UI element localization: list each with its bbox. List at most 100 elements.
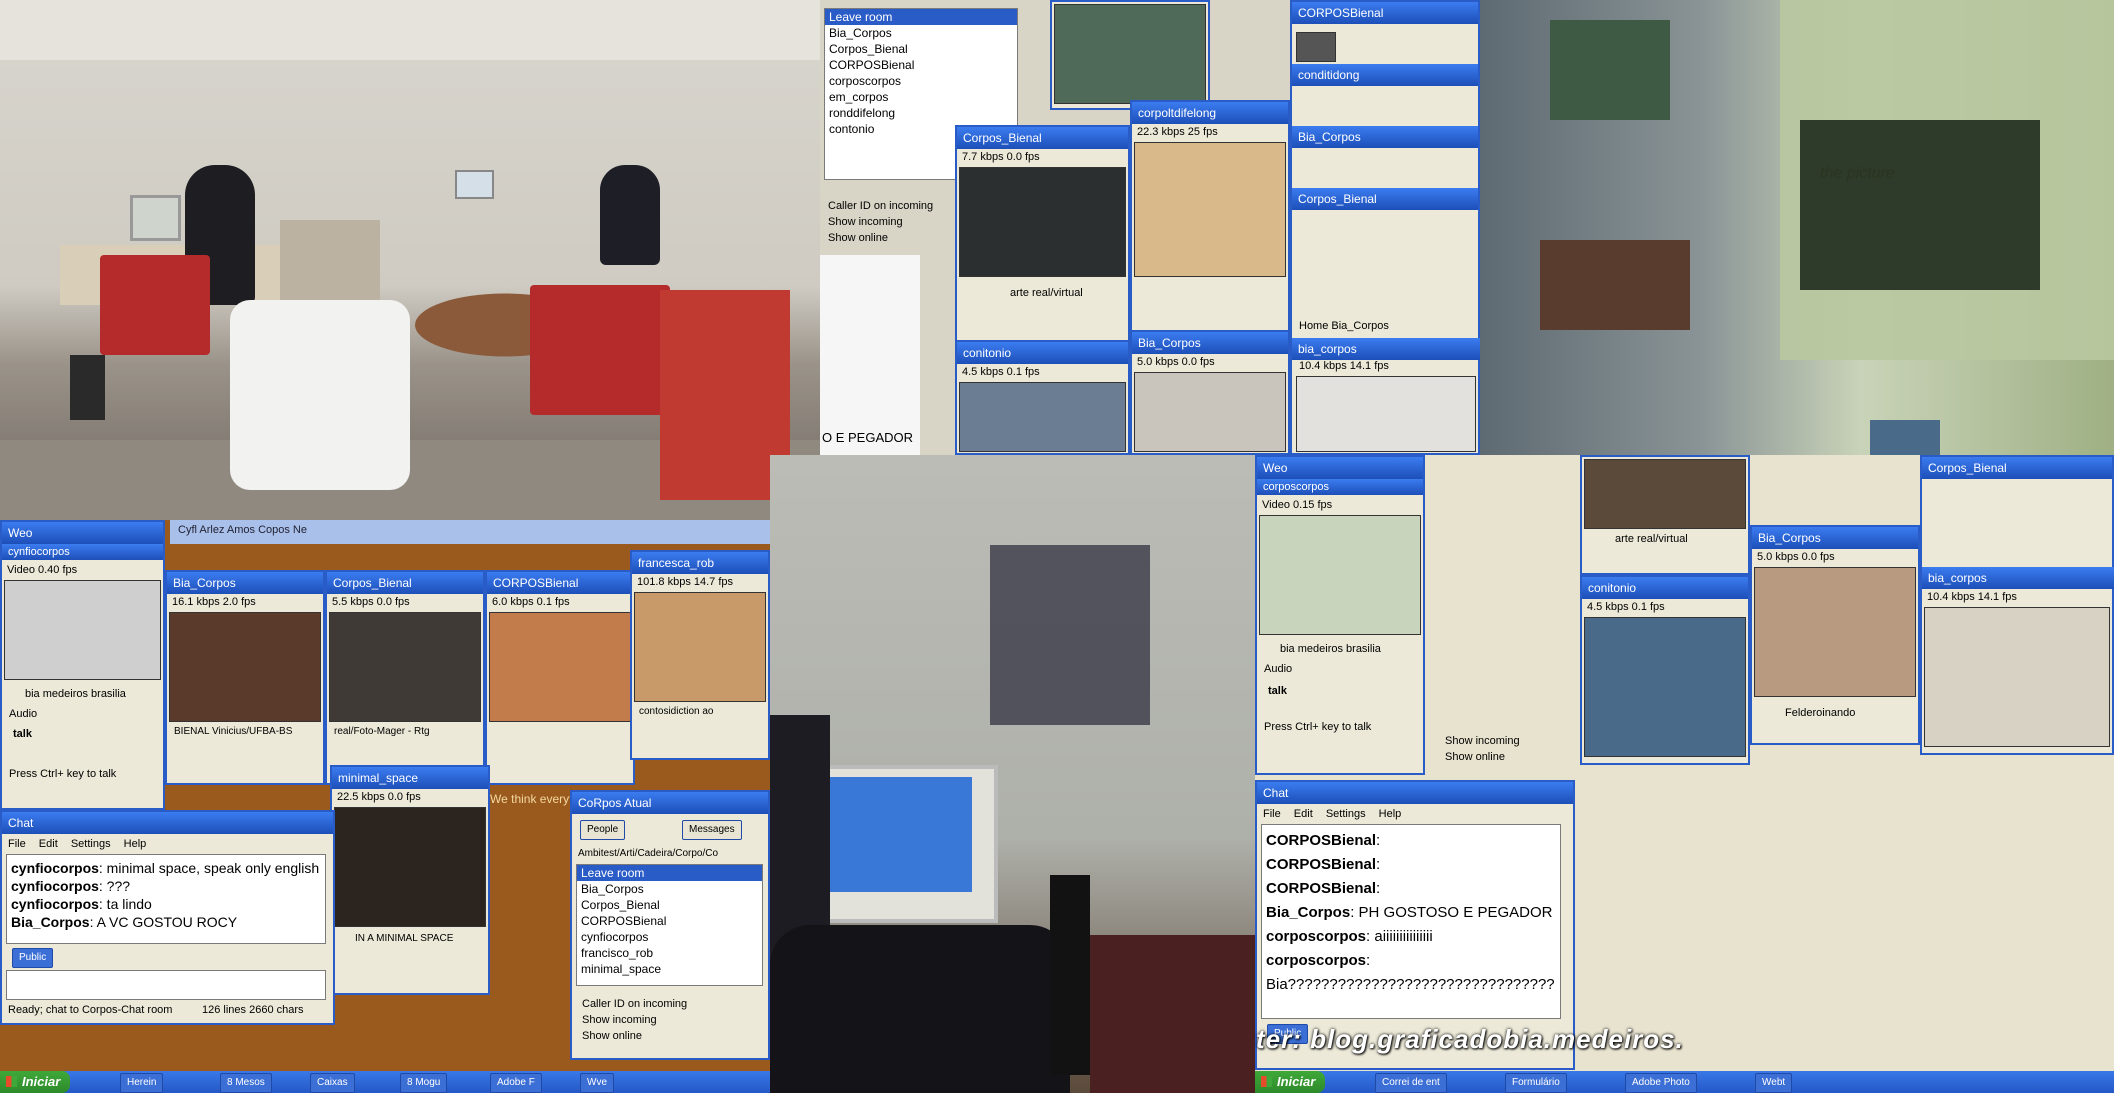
taskbar-item[interactable]: Adobe F <box>490 1073 542 1093</box>
taskbar-item[interactable]: Wve <box>580 1073 614 1093</box>
menu-help[interactable]: Help <box>1379 808 1402 820</box>
buddy-column[interactable]: CORPOSBienal conditidong Bia_Corpos Corp… <box>1290 0 1480 455</box>
talk-button[interactable]: talk <box>1265 685 1290 697</box>
taskbar-item[interactable]: Herein <box>120 1073 164 1093</box>
public-button[interactable]: Public <box>12 948 54 968</box>
messages-button[interactable]: Messages <box>682 820 742 840</box>
checkbox-show-online[interactable]: Show online <box>582 1030 642 1042</box>
video-window-conitonio[interactable]: conitonio 4.5 kbps 0.1 fps <box>1580 575 1750 765</box>
window-title: conditidong <box>1292 64 1478 86</box>
video-window-minimal[interactable]: minimal_space 22.5 kbps 0.0 fps IN A MIN… <box>330 765 490 995</box>
checkbox-show-online[interactable]: Show online <box>1445 751 1505 763</box>
list-item[interactable]: Leave room <box>577 865 762 881</box>
list-item[interactable]: corposcorpos <box>825 73 1017 89</box>
taskbar-item[interactable]: Caixas <box>310 1073 355 1093</box>
video-window-corpos[interactable]: Corpos_Bienal 5.5 kbps 0.0 fps real/Foto… <box>325 570 485 785</box>
list-item[interactable]: CORPOSBienal <box>825 57 1017 73</box>
chat-menu: File Edit Settings Help <box>8 838 156 850</box>
list-item[interactable]: Bia_Corpos <box>577 881 762 897</box>
list-item[interactable]: minimal_space <box>577 961 762 977</box>
window-title: Bia_Corpos <box>167 572 323 594</box>
room-window[interactable]: CoRpos Atual People Messages Ambitest/Ar… <box>570 790 770 1060</box>
chat-footer-text: O E PEGADOR <box>822 430 914 445</box>
video-feed <box>1924 607 2110 747</box>
menu-file[interactable]: File <box>1263 808 1281 820</box>
taskbar-item[interactable]: Webt <box>1755 1073 1793 1093</box>
taskbar-item[interactable]: Correi de ent <box>1375 1073 1447 1093</box>
list-item[interactable]: Bia_Corpos <box>825 25 1017 41</box>
video-window-corpos-bienal[interactable]: Corpos_Bienal 7.7 kbps 0.0 fps arte real… <box>955 125 1130 355</box>
checkbox-show-online[interactable]: Show online <box>828 232 888 244</box>
video-window[interactable] <box>1050 0 1210 110</box>
projected-text: the picture <box>1820 165 1895 182</box>
list-item[interactable]: Corpos_Bienal <box>825 41 1017 57</box>
desk-table <box>1090 935 1270 1093</box>
video-window-bia[interactable]: Bia_Corpos 5.0 kbps 0.0 fps Felderoinand… <box>1750 525 1920 745</box>
list-item[interactable]: Corpos_Bienal <box>577 897 762 913</box>
window-title: Corpos_Bienal <box>1292 188 1478 210</box>
video-caption: arte real/virtual <box>1612 533 1691 545</box>
people-button[interactable]: People <box>580 820 626 840</box>
video-feed <box>1584 459 1746 529</box>
white-armchair <box>230 300 410 490</box>
side-title: cynfiocorpos <box>2 544 163 560</box>
menu-file[interactable]: File <box>8 838 26 850</box>
chat-line: Bia???????????????????????????????? <box>1266 976 1555 993</box>
window-title: bia_corpos <box>1922 567 2114 589</box>
menu-edit[interactable]: Edit <box>39 838 58 850</box>
side-video-window[interactable]: Weo cynfiocorpos Video 0.40 fps bia mede… <box>0 520 165 810</box>
taskbar: Iniciar Herein 8 Mesos Caixas 8 Mogu Ado… <box>0 1071 770 1093</box>
rate-readout: 16.1 kbps 2.0 fps <box>169 596 259 608</box>
taskbar-item[interactable]: Adobe Photo <box>1625 1073 1697 1093</box>
menu-settings[interactable]: Settings <box>71 838 111 850</box>
list-item[interactable]: CORPOSBienal <box>577 913 762 929</box>
talk-button[interactable]: talk <box>10 728 35 740</box>
messenger-screen-right: Weo corposcorpos Video 0.15 fps bia mede… <box>1255 455 2114 1093</box>
video-window-corposbienal[interactable]: CORPOSBienal 6.0 kbps 0.1 fps <box>485 570 635 785</box>
chat-input[interactable] <box>6 970 326 1000</box>
taskbar-item[interactable]: 8 Mogu <box>400 1073 448 1093</box>
list-item[interactable]: cynfiocorpos <box>577 929 762 945</box>
video-window-conitonio[interactable]: conitonio 4.5 kbps 0.1 fps <box>955 340 1130 455</box>
frame-red <box>1540 240 1690 330</box>
video-window-corpos[interactable]: Corpos_Bienal bia_corpos 10.4 kbps 14.1 … <box>1920 455 2114 755</box>
room-members: Leave room Bia_Corpos Corpos_Bienal CORP… <box>576 864 763 986</box>
push-hint: Press Ctrl+ key to talk <box>1261 721 1375 733</box>
checkbox-caller-id[interactable]: Caller ID on incoming <box>582 998 687 1010</box>
list-item[interactable]: em_corpos <box>825 89 1017 105</box>
list-item[interactable]: francisco_rob <box>577 945 762 961</box>
video-window-top[interactable]: corpoltdifelong 22.3 kbps 25 fps <box>1130 100 1290 340</box>
video-feed <box>329 612 481 722</box>
menu-edit[interactable]: Edit <box>1294 808 1313 820</box>
chat-window[interactable]: Chat File Edit Settings Help cynfiocorpo… <box>0 810 335 1025</box>
list-item[interactable]: ronddifelong <box>825 105 1017 121</box>
video-feed <box>1054 4 1206 104</box>
checkbox-show-incoming[interactable]: Show incoming <box>828 216 903 228</box>
messenger-screen-left: Weo cynfiocorpos Video 0.40 fps bia mede… <box>0 520 770 1093</box>
taskbar-item[interactable]: Formulário <box>1505 1073 1567 1093</box>
chat-area <box>820 255 920 455</box>
video-window-top[interactable]: arte real/virtual <box>1580 455 1750 575</box>
taskbar-item[interactable]: 8 Mesos <box>220 1073 272 1093</box>
side-video-window[interactable]: Weo corposcorpos Video 0.15 fps bia mede… <box>1255 455 1425 775</box>
rate-readout: 22.5 kbps 0.0 fps <box>334 791 424 803</box>
menu-help[interactable]: Help <box>124 838 147 850</box>
list-item[interactable]: Leave room <box>825 9 1017 25</box>
video-window-francesca[interactable]: francesca_rob 101.8 kbps 14.7 fps contos… <box>630 550 770 760</box>
trash-bin <box>70 355 105 420</box>
crt-monitor <box>130 195 181 241</box>
checkbox-show-incoming[interactable]: Show incoming <box>1445 735 1520 747</box>
window-title: Corpos_Bienal <box>327 572 483 594</box>
video-window-bia[interactable]: Bia_Corpos 5.0 kbps 0.0 fps <box>1130 330 1290 455</box>
side-rate: Video 0.40 fps <box>4 564 81 576</box>
menu-settings[interactable]: Settings <box>1326 808 1366 820</box>
chat-status: Ready; chat to Corpos-Chat room <box>8 1004 173 1016</box>
rate-readout: 5.0 kbps 0.0 fps <box>1754 551 1838 563</box>
checkbox-show-incoming[interactable]: Show incoming <box>582 1014 657 1026</box>
checkbox-caller-id[interactable]: Caller ID on incoming <box>828 200 933 212</box>
start-button[interactable]: Iniciar <box>0 1071 71 1093</box>
video-window-bia[interactable]: Bia_Corpos 16.1 kbps 2.0 fps BIENAL Vini… <box>165 570 325 785</box>
start-button[interactable]: Iniciar <box>1255 1071 1326 1093</box>
monitor-screen <box>822 777 972 892</box>
video-caption: Felderoinando <box>1782 707 1859 719</box>
